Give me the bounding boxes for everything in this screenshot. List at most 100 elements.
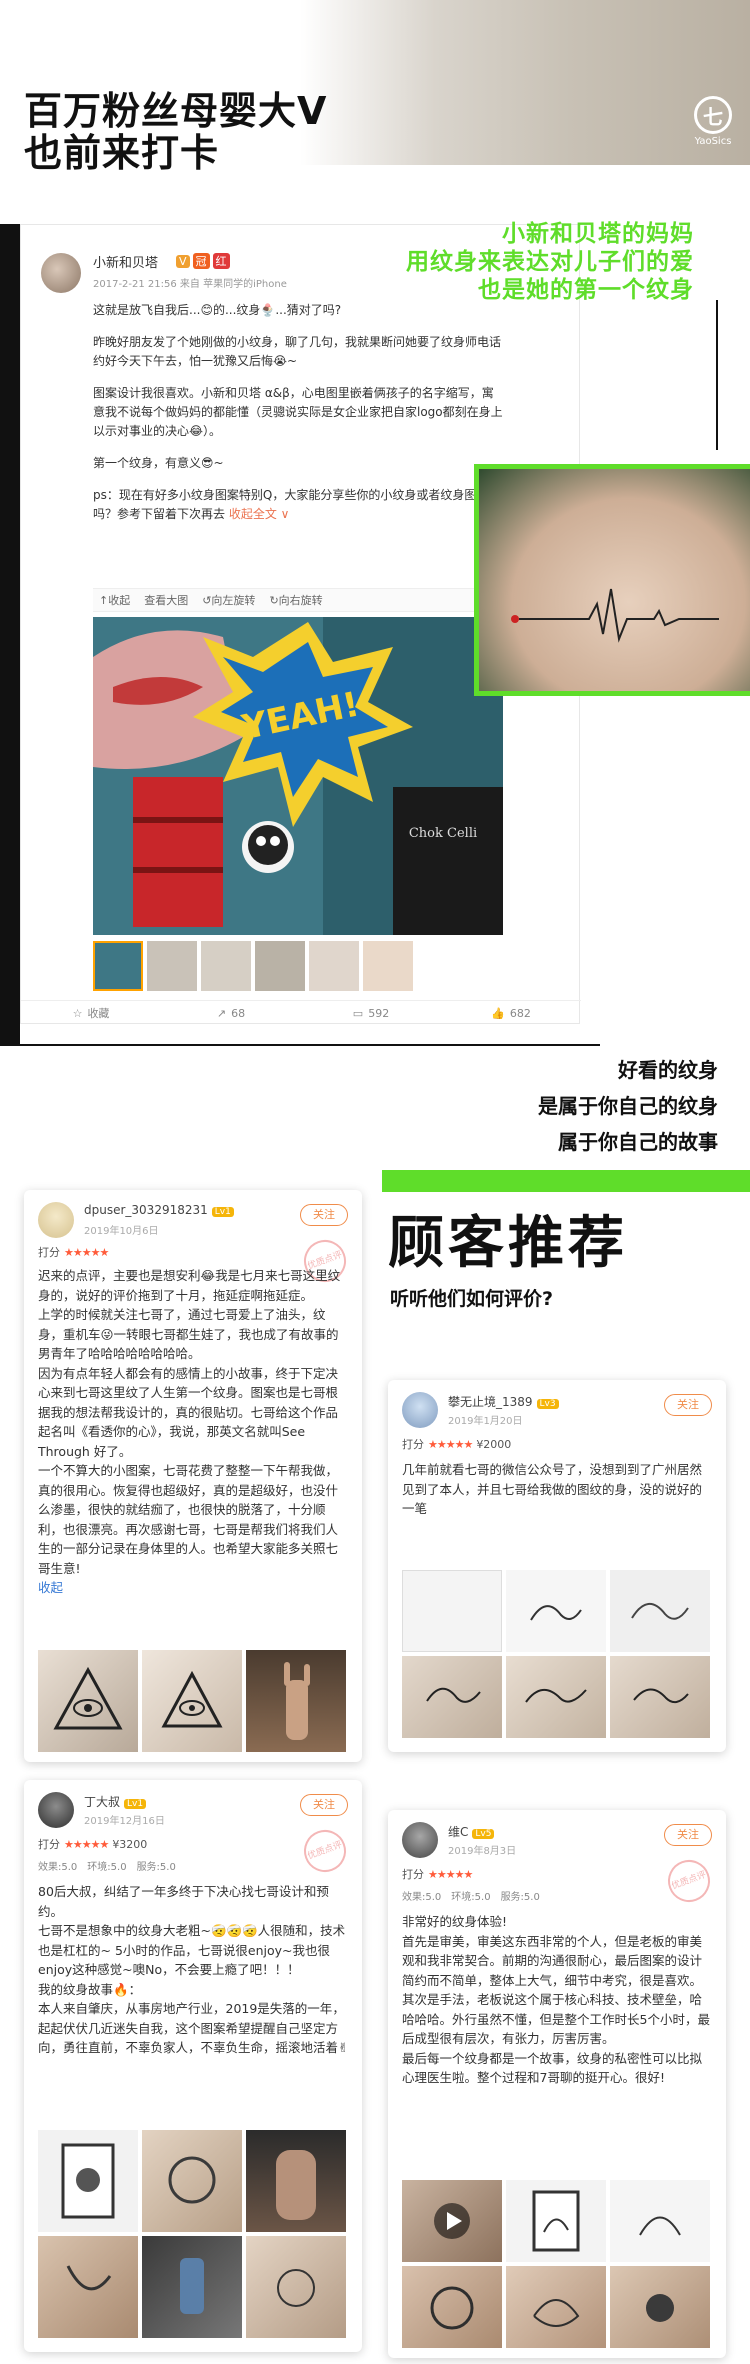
rotate-left-button[interactable]: ↺向左旋转	[202, 592, 255, 608]
score-row: 效果:5.0 环境:5.0 服务:5.0	[402, 1888, 550, 1903]
review-photo[interactable]	[610, 1656, 710, 1738]
review-paragraph: 非常好的纹身体验!	[402, 1914, 508, 1929]
review-photo[interactable]	[402, 1656, 502, 1738]
tattoo-arm-photo	[276, 2150, 316, 2220]
collapse-image-button[interactable]: ↑收起	[99, 592, 130, 608]
review-photo[interactable]	[610, 2266, 710, 2348]
reviewer-name-text: dpuser_3032918231	[84, 1203, 208, 1217]
review-photo[interactable]	[38, 2236, 138, 2338]
collapse-link[interactable]: 收起	[38, 1578, 350, 1598]
thumbnail[interactable]	[201, 941, 251, 991]
thumbnail[interactable]	[147, 941, 197, 991]
review-photo[interactable]	[246, 2236, 346, 2338]
review-photo[interactable]	[506, 1656, 606, 1738]
review-card: dpuser_3032918231 Lv1 2019年10月6日 关注 优质点评 …	[24, 1190, 362, 1762]
review-date: 2019年10月6日	[84, 1226, 159, 1237]
level-badge: Lv1	[211, 1207, 234, 1217]
avatar[interactable]	[41, 253, 81, 293]
review-text: 几年前就看七哥的微信公众号了，没想到到了广州居然见到了本人，并且七哥给我做的图纹…	[402, 1460, 714, 1519]
reviewer-name[interactable]: 攀无止境_1389 Lv3	[448, 1393, 559, 1410]
comment-count: 592	[368, 1006, 390, 1020]
review-photos	[38, 1650, 346, 1752]
review-photo[interactable]	[506, 1570, 606, 1652]
review-paragraph: 迟来的点评，主要也是想安利😂我是七月来七哥这里纹身的，说好的评价拖到了十月，拖延…	[38, 1268, 341, 1303]
thumbnail[interactable]	[93, 941, 143, 991]
section-subtitle: 听听他们如何评价?	[390, 1288, 554, 1310]
studio-photo: YEAH! Chok Celli	[93, 617, 503, 935]
story-line: 是属于你自己的纹身	[538, 1094, 718, 1118]
post-main-image[interactable]: YEAH! Chok Celli	[93, 617, 503, 935]
post-body: 这就是放飞自我后...😊的...纹身🍨...猜对了吗? 昨晚好朋友发了个她刚做的…	[93, 301, 503, 537]
reviewer-name[interactable]: 维C Lv5	[448, 1823, 495, 1840]
avatar[interactable]	[402, 1392, 438, 1428]
review-photo[interactable]	[142, 1650, 242, 1752]
post-timestamp: 2017-2-21 21:56 来自 苹果同学的iPhone	[93, 279, 287, 290]
comment-button[interactable]: ▭ 592	[301, 1001, 441, 1025]
follow-button[interactable]: 关注	[664, 1824, 712, 1846]
review-photo[interactable]	[246, 1650, 346, 1752]
review-text: 非常好的纹身体验! 首先是审美，审美这东西非常的个人，但是老板的审美观和我非常契…	[402, 1912, 714, 2088]
weibo-username[interactable]: 小新和贝塔	[93, 252, 158, 271]
collapse-link[interactable]: 收起全文 ∨	[229, 507, 290, 521]
caption-line: 用纹身来表达对儿子们的爱	[406, 249, 694, 275]
eye-triangle-tattoo	[161, 1670, 223, 1728]
share-button[interactable]: ↗ 68	[161, 1001, 301, 1025]
avatar[interactable]	[38, 1792, 74, 1828]
review-paragraph: 其次是手法，老板说这个属于核心科技、技术壁垒，哈哈哈哈。外行虽然不懂，但是整个工…	[402, 1992, 710, 2046]
wave-tattoo-skin	[525, 1689, 587, 1703]
review-photo[interactable]	[506, 2180, 606, 2262]
level-badge: Lv1	[124, 1799, 147, 1809]
reviewer-name[interactable]: 丁大叔 Lv1	[84, 1793, 147, 1810]
review-photo[interactable]	[402, 2266, 502, 2348]
sketch-photo	[639, 2216, 681, 2236]
star-rating-icon: ★★★★★	[428, 1868, 473, 1881]
rating-label: 打分	[38, 1246, 60, 1259]
hero-title-line2: 也前来打卡	[24, 131, 220, 175]
review-video[interactable]	[402, 2180, 502, 2262]
reviewer-name-text: 攀无止境_1389	[448, 1395, 533, 1409]
score-row: 效果:5.0 环境:5.0 服务:5.0	[38, 1858, 186, 1873]
view-large-button[interactable]: 查看大图	[144, 592, 188, 608]
review-photos	[38, 2130, 350, 2338]
review-photo[interactable]	[402, 1570, 502, 1652]
avatar[interactable]	[38, 1202, 74, 1238]
review-photo[interactable]	[246, 2130, 346, 2232]
reviewer-name[interactable]: dpuser_3032918231 Lv1	[84, 1203, 234, 1217]
review-photo[interactable]	[38, 1650, 138, 1752]
brand-logo: 七 YaoSics	[686, 96, 740, 147]
follow-button[interactable]: 关注	[300, 1794, 348, 1816]
favorite-label: 收藏	[87, 1007, 110, 1020]
review-photo[interactable]	[142, 2130, 242, 2232]
share-count: 68	[231, 1006, 246, 1020]
rating-row: 打分 ★★★★★ ¥3200	[38, 1836, 147, 1852]
review-photos	[402, 2180, 714, 2348]
score-effect: 效果:5.0	[402, 1892, 442, 1903]
star-rating-icon: ★★★★★	[64, 1838, 109, 1851]
review-photo[interactable]	[142, 2236, 242, 2338]
thumbnail[interactable]	[363, 941, 413, 991]
follow-button[interactable]: 关注	[664, 1394, 712, 1416]
frame-bar	[0, 224, 20, 1046]
review-photo[interactable]	[506, 2266, 606, 2348]
review-paragraph: 我的纹身故事🔥：	[38, 1981, 142, 1997]
avatar[interactable]	[402, 1822, 438, 1858]
hero-banner: 百万粉丝母婴大V 也前来打卡 七 YaoSics	[0, 0, 750, 174]
post-paragraph-text: ps：现在有好多小纹身图案特别Q，大家能分享些你的小纹身或者纹身图案吗？参考下留…	[93, 488, 489, 521]
rotate-right-button[interactable]: ↻向右旋转	[269, 592, 322, 608]
framed-sketch-photo	[532, 2190, 580, 2252]
wave-tattoo-sketch	[631, 1603, 689, 1620]
hand-gesture-photo	[284, 1662, 310, 1740]
score-effect: 效果:5.0	[38, 1862, 78, 1873]
share-icon: ↗	[216, 1006, 227, 1020]
favorite-button[interactable]: ☆ 收藏	[21, 1001, 161, 1025]
follow-button[interactable]: 关注	[300, 1204, 348, 1226]
like-button[interactable]: 👍 682	[441, 1001, 581, 1025]
level-badge: Lv3	[536, 1399, 559, 1409]
review-photo[interactable]	[38, 2130, 138, 2232]
review-photo[interactable]	[610, 1570, 710, 1652]
thumbnail[interactable]	[255, 941, 305, 991]
divider-line	[716, 300, 718, 450]
review-photo[interactable]	[610, 2180, 710, 2262]
review-date: 2019年12月16日	[84, 1816, 165, 1827]
thumbnail[interactable]	[309, 941, 359, 991]
